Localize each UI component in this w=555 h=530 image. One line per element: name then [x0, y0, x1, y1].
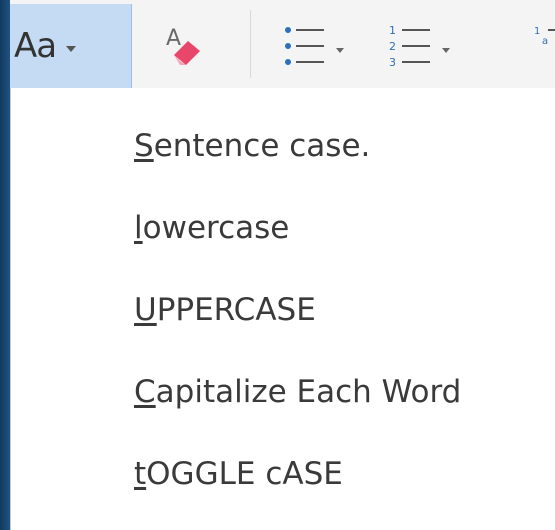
chevron-down-icon[interactable]: [336, 47, 344, 53]
chevron-down-icon[interactable]: [442, 47, 450, 53]
menu-item-label: entence case.: [153, 128, 371, 164]
svg-text:1: 1: [534, 26, 540, 37]
change-case-button[interactable]: Aa: [10, 4, 132, 88]
menu-item-label: OGGLE cASE: [146, 456, 343, 492]
menu-item-accelerator: U: [134, 292, 157, 328]
menu-item-accelerator: S: [134, 128, 154, 164]
menu-item-lowercase[interactable]: l owercase: [134, 198, 289, 258]
menu-item-accelerator: l: [134, 210, 143, 246]
svg-text:3: 3: [389, 56, 396, 69]
svg-text:A: A: [166, 26, 181, 51]
change-case-menu: Sentence case. l owercase U PPERCASE Capit…: [10, 88, 555, 530]
menu-item-toggle-case[interactable]: t OGGLE cASE: [134, 444, 343, 504]
menu-item-sentence-case[interactable]: Sentence case.: [134, 116, 370, 176]
svg-text:1: 1: [389, 24, 396, 37]
multilevel-list-icon: 1 a: [534, 26, 555, 47]
eraser-icon: A: [166, 26, 200, 65]
multilevel-list-button[interactable]: 1 a: [522, 4, 555, 88]
svg-text:2: 2: [389, 40, 396, 53]
menu-item-label: PPERCASE: [156, 292, 316, 328]
chevron-down-icon: [66, 46, 77, 52]
bullets-button[interactable]: [282, 4, 362, 88]
toolbar-separator: [250, 10, 251, 78]
menu-item-uppercase[interactable]: U PPERCASE: [134, 280, 316, 340]
ribbon-toolbar: Aa A 1 2 3 1 a: [10, 0, 555, 89]
numbering-button[interactable]: 1 2 3: [388, 4, 468, 88]
menu-item-capitalize-each-word[interactable]: Capitalize Each Word: [134, 362, 461, 422]
menu-item-label: owercase: [142, 210, 290, 246]
bullet-list-icon: [285, 27, 324, 65]
svg-text:a: a: [542, 36, 548, 47]
menu-item-label: apitalize Each Word: [155, 374, 462, 410]
change-case-label: Aa: [14, 26, 57, 66]
numbered-list-icon: 1 2 3: [389, 24, 430, 69]
menu-item-accelerator: t: [134, 456, 147, 492]
menu-item-accelerator: C: [134, 374, 156, 410]
clear-formatting-button[interactable]: A: [160, 4, 220, 88]
